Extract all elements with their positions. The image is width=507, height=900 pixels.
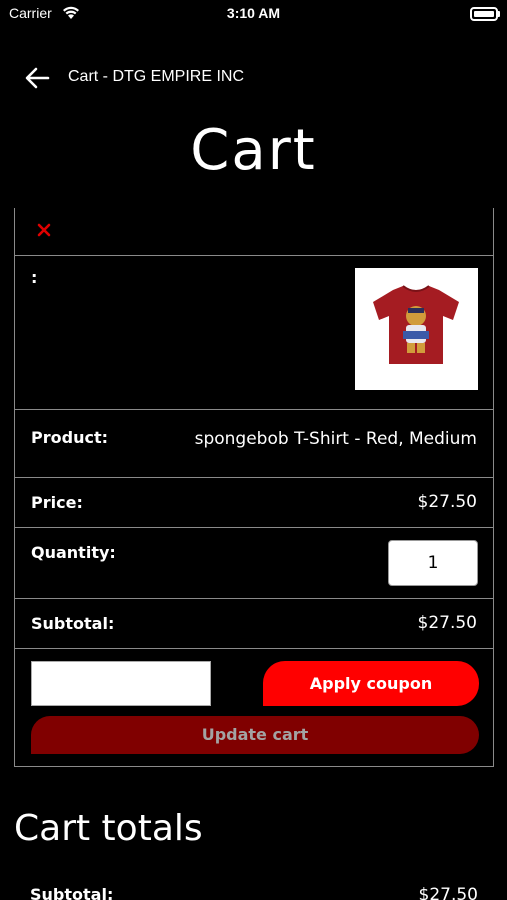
price-label: Price: [31, 493, 83, 512]
quantity-label: Quantity: [31, 543, 116, 562]
battery-icon [470, 7, 498, 21]
status-bar: Carrier 3:10 AM [0, 0, 507, 28]
update-cart-button[interactable]: Update cart [31, 716, 479, 754]
nav-title: Cart - DTG EMPIRE INC [68, 68, 245, 85]
apply-coupon-button[interactable]: Apply coupon [263, 661, 479, 706]
subtotal-row: Subtotal: $27.50 [15, 599, 493, 649]
price-row: Price: $27.50 [15, 478, 493, 528]
price-value: $27.50 [417, 492, 477, 512]
remove-row [15, 208, 493, 256]
navigation-bar: Cart - DTG EMPIRE INC [0, 56, 507, 100]
subtotal-label: Subtotal: [31, 614, 115, 633]
product-row: Product: spongebob T-Shirt - Red, Medium [15, 410, 493, 478]
close-x-icon[interactable] [37, 223, 51, 237]
arrow-left-icon[interactable] [24, 66, 50, 90]
cart-totals-heading: Cart totals [14, 808, 203, 849]
product-label: Product: [31, 428, 108, 447]
product-name[interactable]: spongebob T-Shirt - Red, Medium [195, 429, 477, 449]
totals-subtotal-label: Subtotal: [30, 885, 114, 900]
battery-tip [498, 11, 500, 17]
cart-table: : Product: spongebob T-Shirt - Red, Medi… [14, 208, 494, 767]
coupon-code-input[interactable] [31, 661, 211, 706]
page-title: Cart [190, 118, 317, 183]
red-tshirt-image[interactable] [355, 268, 478, 390]
clock-time: 3:10 AM [226, 5, 281, 21]
thumbnail-label: : [31, 268, 38, 287]
quantity-input[interactable]: 1 [388, 540, 478, 586]
subtotal-value: $27.50 [417, 613, 477, 633]
totals-subtotal-value: $27.50 [418, 885, 478, 900]
